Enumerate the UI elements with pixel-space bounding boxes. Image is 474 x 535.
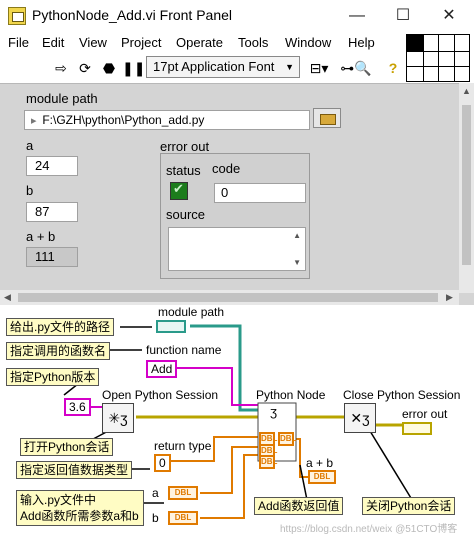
note-func-name: 指定调用的函数名: [6, 342, 111, 360]
chevron-down-icon: ▼: [285, 62, 294, 72]
python-node-label: Python Node: [256, 388, 326, 402]
menu-view[interactable]: View: [79, 35, 107, 50]
diagram-module-path-label: module path: [158, 305, 225, 319]
module-path-value: F:\GZH\python\Python_add.py: [42, 113, 205, 127]
scroll-down-icon[interactable]: ▼: [293, 258, 301, 267]
module-path-control[interactable]: ▸ F:\GZH\python\Python_add.py: [24, 110, 310, 130]
error-out-terminal-label: error out: [402, 407, 448, 421]
font-select-value: 17pt Application Font: [153, 59, 275, 74]
node-dbl-in-3: DBL: [259, 455, 277, 469]
a-wire: [200, 446, 258, 494]
status-label: status: [166, 163, 201, 178]
note-input-line1: 输入.py文件中: [20, 493, 97, 507]
node-dbl-out: DBL: [278, 432, 296, 446]
open-session-label: Open Python Session: [102, 388, 219, 402]
b-control[interactable]: 87: [26, 202, 78, 222]
code-indicator: 0: [214, 183, 306, 203]
module-path-terminal[interactable]: [156, 320, 186, 333]
sum-label: a + b: [26, 229, 56, 244]
menu-project[interactable]: Project: [121, 35, 161, 50]
note-input-line2: Add函数所需参数a和b: [20, 509, 139, 523]
a-label: a: [26, 138, 34, 153]
pause-icon[interactable]: ❚❚: [122, 59, 145, 77]
block-diagram: 给出.py文件的路径 指定调用的函数名 指定Python版本 打开Python会…: [0, 305, 474, 535]
vertical-scrollbar[interactable]: ▲: [459, 83, 474, 293]
error-out-terminal[interactable]: [402, 422, 432, 435]
close-session-node[interactable]: ✕ʒ: [344, 403, 376, 433]
scroll-thumb[interactable]: [462, 105, 471, 265]
sum-terminal[interactable]: DBL: [308, 470, 336, 484]
connector-pane-icon[interactable]: [406, 34, 470, 82]
version-constant[interactable]: 3.6: [64, 398, 91, 416]
a-terminal-label: a: [152, 486, 159, 500]
b-label: b: [26, 183, 34, 198]
sum-indicator: 111: [26, 247, 78, 267]
abort-icon[interactable]: ⬣: [100, 59, 118, 77]
note-open-session: 打开Python会话: [20, 438, 114, 456]
menu-edit[interactable]: Edit: [42, 35, 64, 50]
menu-help[interactable]: Help: [348, 35, 375, 50]
module-path-label: module path: [26, 91, 98, 106]
b-wire: [200, 454, 258, 519]
maximize-button[interactable]: ☐: [388, 4, 418, 28]
note-add-return: Add函数返回值: [254, 497, 344, 515]
open-session-node[interactable]: ✳ʒ: [102, 403, 134, 433]
menu-tools[interactable]: Tools: [238, 35, 268, 50]
source-label: source: [166, 207, 206, 222]
scroll-up-icon[interactable]: ▲: [462, 86, 471, 96]
python-logo-icon: ʒ: [270, 404, 278, 419]
scroll-thumb[interactable]: [18, 293, 438, 302]
run-continuous-icon[interactable]: ⟳: [76, 59, 94, 77]
note-give-path: 给出.py文件的路径: [6, 318, 115, 336]
menu-window[interactable]: Window: [285, 35, 331, 50]
menu-operate[interactable]: Operate: [176, 35, 223, 50]
zoom-icon[interactable]: ⊶🔍: [340, 59, 372, 77]
close-button[interactable]: ✕: [434, 4, 464, 28]
run-arrow-icon[interactable]: ⇨: [52, 59, 70, 77]
watermark: https://blog.csdn.net/weix @51CTO博客: [280, 524, 458, 535]
scroll-up-icon[interactable]: ▲: [293, 231, 301, 240]
a-terminal[interactable]: DBL: [168, 486, 198, 500]
menu-file[interactable]: File: [8, 35, 29, 50]
note-version: 指定Python版本: [6, 368, 100, 386]
browse-folder-button[interactable]: [313, 108, 341, 128]
b-terminal-label: b: [152, 511, 159, 525]
b-terminal[interactable]: DBL: [168, 511, 198, 525]
sum-terminal-label: a + b: [306, 456, 334, 470]
close-session-label: Close Python Session: [343, 388, 461, 402]
window-title: PythonNode_Add.vi Front Panel: [32, 7, 233, 23]
code-label: code: [212, 161, 241, 176]
align-icon[interactable]: ⊟▾: [306, 59, 332, 77]
menu-bar: File Edit View Project Operate Tools Win…: [0, 32, 400, 54]
check-icon: ✔: [173, 181, 184, 196]
note-return-type: 指定返回值数据类型: [16, 461, 133, 479]
a-control[interactable]: 24: [26, 156, 78, 176]
return-type-constant[interactable]: 0: [154, 454, 171, 472]
note-input-ab: 输入.py文件中 Add函数所需参数a和b: [16, 490, 144, 526]
path-prefix-icon: ▸: [31, 115, 37, 127]
font-select[interactable]: 17pt Application Font ▼: [146, 56, 300, 78]
arrow-close-note: [369, 430, 415, 504]
return-type-label: return type: [154, 439, 212, 453]
function-name-constant[interactable]: Add: [146, 360, 178, 378]
horizontal-scrollbar[interactable]: ◀ ▶: [0, 290, 459, 305]
error-out-label: error out: [160, 139, 210, 154]
scroll-right-icon[interactable]: ▶: [446, 292, 453, 303]
minimize-button[interactable]: —: [342, 4, 372, 28]
note-close-session: 关闭Python会话: [362, 497, 456, 515]
function-name-label: function name: [146, 343, 222, 357]
vi-icon: [8, 7, 26, 25]
scroll-left-icon[interactable]: ◀: [4, 292, 11, 303]
help-icon[interactable]: ?: [386, 59, 400, 77]
title-bar: PythonNode_Add.vi Front Panel — ☐ ✕: [0, 0, 474, 32]
source-indicator: ▲ ▼: [168, 227, 306, 271]
